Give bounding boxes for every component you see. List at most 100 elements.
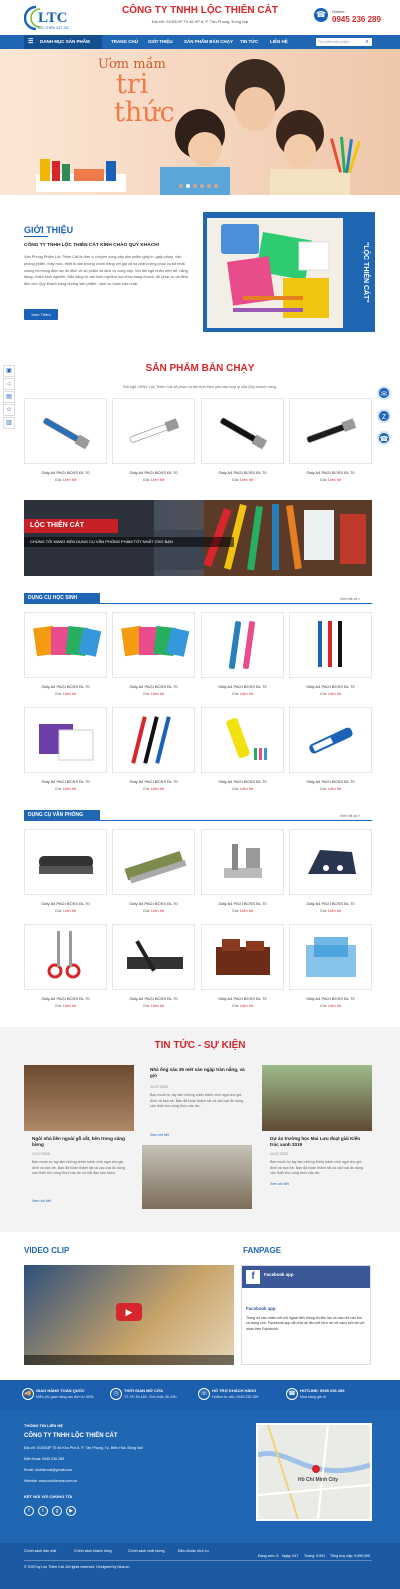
product-name[interactable]: Giấy A4 PAGI BOSS ĐL 70 (24, 779, 107, 784)
product-name[interactable]: Giấy A4 PAGI BOSS ĐL 70 (289, 684, 372, 689)
nav-item-news[interactable]: TIN TỨC (240, 35, 258, 49)
nav-item-contact[interactable]: LIÊN HỆ (270, 35, 288, 49)
product-card[interactable]: Giấy A4 PAGI BOSS ĐL 70 Giá: Liên hệ (112, 398, 195, 482)
video-controls[interactable] (24, 1355, 234, 1365)
product-card[interactable]: Giấy A4 PAGI BOSS ĐL 70 Giá: Liên hệ (201, 829, 284, 913)
product-image[interactable] (289, 829, 372, 895)
product-name[interactable]: Giấy A4 PAGI BOSS ĐL 70 (24, 470, 107, 475)
product-name[interactable]: Giấy A4 PAGI BOSS ĐL 70 (289, 901, 372, 906)
office-see-all-link[interactable]: Xem tất cả » (340, 814, 360, 818)
product-card[interactable]: Giấy A4 PAGI BOSS ĐL 70 Giá: Liên hệ (289, 829, 372, 913)
product-card[interactable]: Giấy A4 PAGI BOSS ĐL 70 Giá: Liên hệ (201, 924, 284, 1008)
product-image[interactable] (201, 398, 284, 464)
youtube-icon[interactable]: ▶ (66, 1506, 76, 1516)
news-image[interactable] (142, 1145, 252, 1209)
search-icon[interactable]: ⌕ (362, 38, 372, 46)
product-name[interactable]: Giấy A4 PAGI BOSS ĐL 70 (112, 779, 195, 784)
product-card[interactable]: Giấy A4 PAGI BOSS ĐL 70 Giá: Liên hệ (112, 924, 195, 1008)
product-name[interactable]: Giấy A4 PAGI BOSS ĐL 70 (201, 684, 284, 689)
product-image[interactable] (289, 398, 372, 464)
product-name[interactable]: Giấy A4 PAGI BOSS ĐL 70 (112, 470, 195, 475)
policy-link[interactable]: Chính sách chất lượng (128, 1549, 165, 1553)
product-image[interactable] (201, 829, 284, 895)
product-image[interactable] (289, 924, 372, 990)
slider-dot[interactable] (193, 184, 197, 188)
footer-email[interactable]: Email: locthiencat@gmail.com (24, 1468, 72, 1472)
product-card[interactable]: Giấy A4 PAGI BOSS ĐL 70 Giá: Liên hệ (24, 707, 107, 791)
product-image[interactable] (24, 924, 107, 990)
product-image[interactable] (201, 612, 284, 678)
product-card[interactable]: Giấy A4 PAGI BOSS ĐL 70 Giá: Liên hệ (24, 398, 107, 482)
twitter-icon[interactable]: t (38, 1506, 48, 1516)
product-card[interactable]: Giấy A4 PAGI BOSS ĐL 70 Giá: Liên hệ (289, 398, 372, 482)
hotline-number[interactable]: 0945 236 289 (332, 15, 381, 24)
product-card[interactable]: Giấy A4 PAGI BOSS ĐL 70 Giá: Liên hệ (289, 612, 372, 696)
nav-item-about[interactable]: GIỚI THIỆU (148, 35, 173, 49)
product-image[interactable] (112, 707, 195, 773)
school-see-all-link[interactable]: Xem tất cả » (340, 597, 360, 601)
product-name[interactable]: Giấy A4 PAGI BOSS ĐL 70 (201, 470, 284, 475)
nav-item-home[interactable]: TRANG CHỦ (111, 35, 138, 49)
news-item-title[interactable]: Dự án trường học Mai Lưu đoạt giải Kiến … (270, 1136, 366, 1148)
product-name[interactable]: Giấy A4 PAGI BOSS ĐL 70 (112, 996, 195, 1001)
product-name[interactable]: Giấy A4 PAGI BOSS ĐL 70 (24, 684, 107, 689)
policy-link[interactable]: Chính sách bảo mật (24, 1549, 56, 1553)
product-card[interactable]: Giấy A4 PAGI BOSS ĐL 70 Giá: Liên hệ (289, 707, 372, 791)
call-icon[interactable]: ☎ (377, 431, 391, 445)
news-read-more-link[interactable]: Xem chi tiết (150, 1133, 169, 1137)
product-image[interactable] (112, 924, 195, 990)
hero-slider[interactable]: Ươm mầm tri thức (0, 49, 400, 195)
footer-map[interactable]: Hồ Chí Minh City (256, 1423, 372, 1521)
product-image[interactable] (201, 924, 284, 990)
news-read-more-link[interactable]: Xem chi tiết (270, 1182, 289, 1186)
product-name[interactable]: Giấy A4 PAGI BOSS ĐL 70 (112, 901, 195, 906)
product-name[interactable]: Giấy A4 PAGI BOSS ĐL 70 (201, 779, 284, 784)
logo[interactable]: LTC LỘC THIÊN CÁT JSC (23, 5, 84, 31)
product-card[interactable]: Giấy A4 PAGI BOSS ĐL 70 Giá: Liên hệ (201, 398, 284, 482)
fanpage-post-author[interactable]: Facebook app (246, 1306, 276, 1311)
product-card[interactable]: Giấy A4 PAGI BOSS ĐL 70 Giá: Liên hệ (24, 829, 107, 913)
zalo-icon[interactable]: Z (377, 409, 391, 423)
slider-dot[interactable] (200, 184, 204, 188)
user-icon[interactable]: ☺ (3, 404, 15, 416)
product-name[interactable]: Giấy A4 PAGI BOSS ĐL 70 (24, 901, 107, 906)
news-item-title[interactable]: Nhà ống sâu 35 mét sản ngập tràn nắng, v… (150, 1067, 248, 1079)
product-card[interactable]: Giấy A4 PAGI BOSS ĐL 70 Giá: Liên hệ (201, 707, 284, 791)
news-image[interactable] (262, 1065, 372, 1131)
folder-icon[interactable]: ▤ (3, 391, 15, 403)
slider-dot[interactable] (214, 184, 218, 188)
category-menu-button[interactable]: ☰ DANH MỤC SẢN PHẨM (24, 35, 102, 49)
slider-dot[interactable] (207, 184, 211, 188)
nav-item-bestsellers[interactable]: SẢN PHẨM BÁN CHẠY (184, 35, 233, 49)
product-name[interactable]: Giấy A4 PAGI BOSS ĐL 70 (289, 470, 372, 475)
product-name[interactable]: Giấy A4 PAGI BOSS ĐL 70 (201, 996, 284, 1001)
product-name[interactable]: Giấy A4 PAGI BOSS ĐL 70 (24, 996, 107, 1001)
product-card[interactable]: Giấy A4 PAGI BOSS ĐL 70 Giá: Liên hệ (24, 612, 107, 696)
product-image[interactable] (24, 398, 107, 464)
product-image[interactable] (24, 829, 107, 895)
facebook-icon[interactable]: f (24, 1506, 34, 1516)
product-image[interactable] (201, 707, 284, 773)
policy-link[interactable]: Điều khoản dịch vụ (178, 1549, 209, 1553)
product-image[interactable] (112, 829, 195, 895)
play-icon[interactable]: ▶ (116, 1303, 142, 1321)
product-image[interactable] (289, 612, 372, 678)
product-name[interactable]: Giấy A4 PAGI BOSS ĐL 70 (289, 996, 372, 1001)
book-icon[interactable]: ▥ (3, 417, 15, 429)
product-card[interactable]: Giấy A4 PAGI BOSS ĐL 70 Giá: Liên hệ (112, 612, 195, 696)
product-name[interactable]: Giấy A4 PAGI BOSS ĐL 70 (112, 684, 195, 689)
fanpage-name[interactable]: Facebook app (264, 1272, 294, 1277)
product-card[interactable]: Giấy A4 PAGI BOSS ĐL 70 Giá: Liên hệ (201, 612, 284, 696)
product-card[interactable]: Giấy A4 PAGI BOSS ĐL 70 Giá: Liên hệ (112, 707, 195, 791)
product-card[interactable]: Giấy A4 PAGI BOSS ĐL 70 Giá: Liên hệ (289, 924, 372, 1008)
product-image[interactable] (24, 612, 107, 678)
product-image[interactable] (24, 707, 107, 773)
product-image[interactable] (289, 707, 372, 773)
news-read-more-link[interactable]: Xem chi tiết (32, 1199, 51, 1203)
google-plus-icon[interactable]: g (52, 1506, 62, 1516)
product-name[interactable]: Giấy A4 PAGI BOSS ĐL 70 (289, 779, 372, 784)
product-card[interactable]: Giấy A4 PAGI BOSS ĐL 70 Giá: Liên hệ (112, 829, 195, 913)
policy-link[interactable]: Chính sách khách hàng (74, 1549, 112, 1553)
product-image[interactable] (112, 612, 195, 678)
read-more-button[interactable]: Xem Thêm (24, 309, 58, 320)
